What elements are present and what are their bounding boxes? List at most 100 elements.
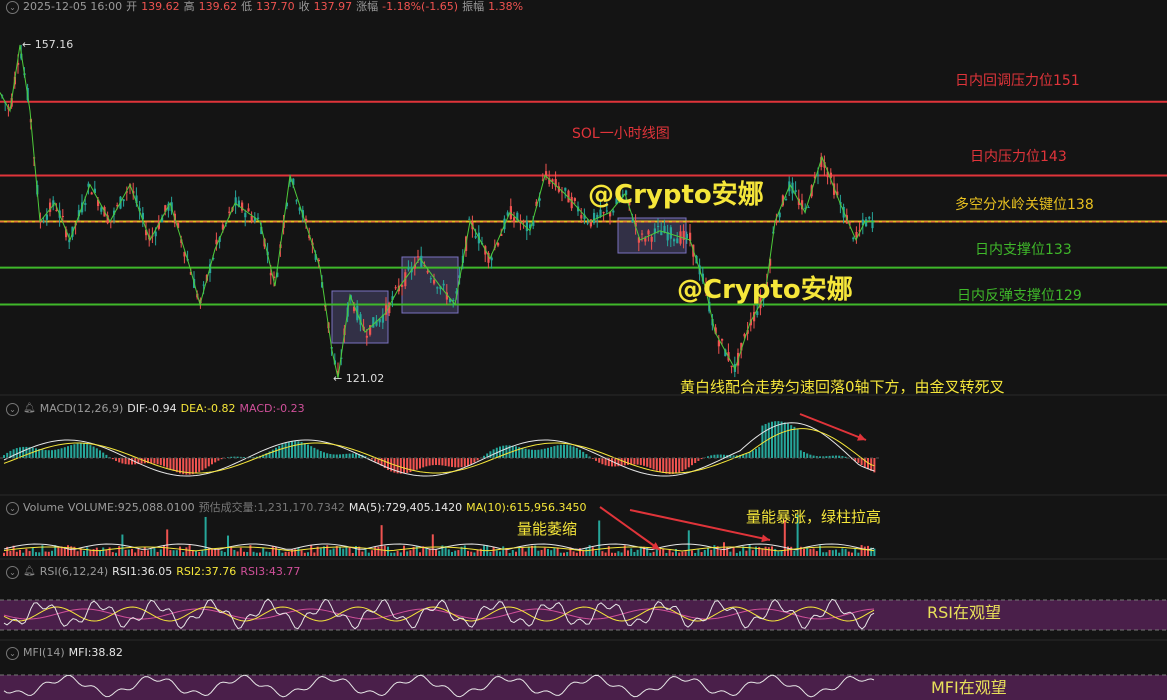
level-label-143: 日内压力位143 xyxy=(970,149,1067,165)
bell-icon[interactable]: 🔔︎ xyxy=(23,565,36,579)
volume-bar xyxy=(361,551,364,556)
header-datetime: 2025-12-05 16:00 xyxy=(23,0,123,13)
macd-bar xyxy=(665,458,668,474)
volume-bar xyxy=(15,551,18,556)
candle-body xyxy=(497,243,500,246)
candle-body xyxy=(807,207,810,209)
macd-bar xyxy=(25,446,28,458)
volume-bar xyxy=(559,552,562,556)
volume-bar xyxy=(159,549,162,556)
volume-bar xyxy=(719,549,722,556)
collapse-icon[interactable]: ⌄ xyxy=(6,0,19,14)
candle-body xyxy=(785,199,788,201)
macd-bar xyxy=(611,458,613,467)
candle-body xyxy=(433,280,436,284)
macd-dif: DIF:-0.94 xyxy=(127,402,177,415)
macd-bar xyxy=(838,455,841,458)
volume-bar xyxy=(499,551,501,556)
volume-bar xyxy=(419,552,421,556)
candle-body xyxy=(100,207,103,212)
volume-bar xyxy=(25,548,28,556)
volume-bar xyxy=(745,550,748,556)
macd-bar xyxy=(201,458,204,471)
macd-bar xyxy=(198,458,201,472)
candle-body xyxy=(42,221,45,223)
macd-bar xyxy=(67,446,69,458)
candle-body xyxy=(580,215,583,219)
macd-bar xyxy=(659,458,661,472)
volume-est: 预估成交量:1,231,170.7342 xyxy=(198,501,345,514)
macd-bar xyxy=(60,448,63,458)
volume-bar xyxy=(399,552,402,556)
volume-bar xyxy=(591,547,594,556)
macd-bar xyxy=(140,458,143,464)
volume-bar xyxy=(153,548,156,556)
volume-bar xyxy=(259,552,261,556)
mfi-band-label: MFI在观望 xyxy=(931,678,1007,697)
macd-bar xyxy=(556,445,559,458)
macd-bar xyxy=(156,458,159,465)
collapse-icon[interactable]: ⌄ xyxy=(6,402,19,416)
volume-bar xyxy=(857,552,860,556)
header-low-label: 低 xyxy=(241,0,253,13)
macd-bar xyxy=(684,458,687,470)
collapse-icon[interactable]: ⌄ xyxy=(6,565,19,579)
macd-bar xyxy=(748,452,751,458)
macd-bar xyxy=(582,451,585,458)
volume-bar xyxy=(739,551,741,556)
volume-bar xyxy=(303,552,306,556)
candle-body xyxy=(247,208,250,212)
macd-bar xyxy=(70,445,73,458)
candle-body xyxy=(685,233,688,239)
volume-bar xyxy=(572,551,575,556)
volume-bar xyxy=(83,550,85,556)
candle-body xyxy=(605,210,608,212)
macd-bar xyxy=(454,458,457,468)
high-marker-value: 157.16 xyxy=(34,38,74,51)
volume-bar xyxy=(390,552,393,556)
volume-bar xyxy=(118,546,121,556)
candle-body xyxy=(721,339,724,341)
volume-bar xyxy=(873,548,876,556)
macd-dif-line xyxy=(3,422,875,477)
candle-body xyxy=(669,227,672,239)
volume-bar xyxy=(3,552,5,556)
macd-bar xyxy=(275,447,277,458)
macd-bar xyxy=(473,458,476,463)
volume-bar xyxy=(137,548,140,556)
volume-bar xyxy=(553,548,556,556)
macd-value: MACD:-0.23 xyxy=(239,402,305,415)
macd-bar xyxy=(777,421,780,458)
volume-bar xyxy=(822,552,825,556)
volume-bar xyxy=(835,549,837,556)
macd-bar xyxy=(553,446,556,458)
macd-bar xyxy=(566,444,569,458)
volume-bar xyxy=(815,551,818,556)
bell-icon[interactable]: 🔔︎ xyxy=(23,402,36,416)
macd-bar xyxy=(316,449,319,458)
macd-bar xyxy=(355,453,357,458)
candle-body xyxy=(852,237,855,240)
volume-ma5: MA(5):729,405.1420 xyxy=(348,501,463,514)
macd-bar xyxy=(783,422,786,458)
volume-bar xyxy=(806,548,809,556)
collapse-icon[interactable]: ⌄ xyxy=(6,501,19,515)
candle-body xyxy=(365,335,368,338)
candle-body xyxy=(676,238,679,244)
macd-bar xyxy=(438,458,441,466)
macd-bar xyxy=(291,441,293,458)
macd-bar xyxy=(527,449,530,458)
volume-bar xyxy=(735,552,738,556)
macd-bar xyxy=(694,458,697,464)
volume-bar xyxy=(47,551,50,556)
mfi-name: MFI(14) xyxy=(23,646,65,659)
candle-body xyxy=(647,230,650,235)
volume-bar xyxy=(105,550,108,556)
macd-bar xyxy=(575,447,578,458)
candle-body xyxy=(730,365,733,368)
candle-body xyxy=(490,257,493,261)
volume-bar xyxy=(179,546,181,556)
collapse-icon[interactable]: ⌄ xyxy=(6,646,19,660)
macd-bar xyxy=(95,448,98,458)
volume-bar xyxy=(620,552,623,556)
